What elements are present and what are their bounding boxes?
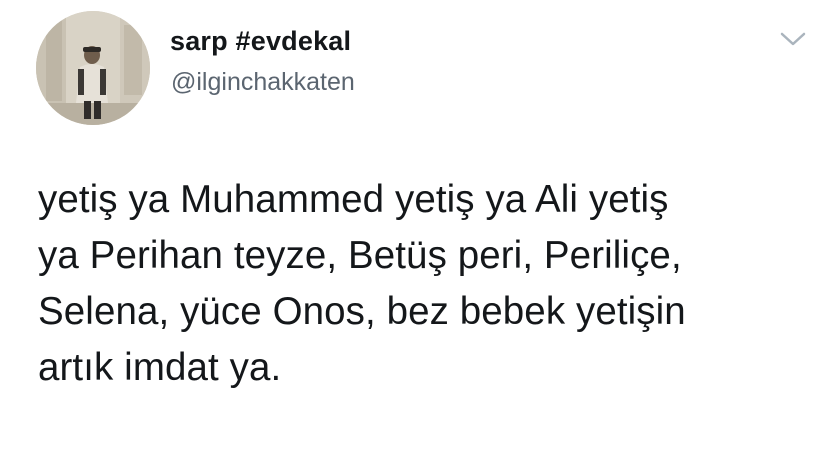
tweet-text-line: artık imdat ya. xyxy=(38,346,282,389)
profile-photo-icon[interactable] xyxy=(36,11,150,125)
tweet-text: yetiş ya Muhammed yetiş ya Ali yetiş ya … xyxy=(38,172,818,396)
author-display-name[interactable]: sarp #evdekal xyxy=(170,26,351,57)
tweet-card: sarp #evdekal @ilginchakkaten yetiş ya M… xyxy=(0,0,828,451)
author-handle[interactable]: @ilginchakkaten xyxy=(171,68,355,97)
tweet-text-line: yetiş ya Muhammed yetiş ya Ali yetiş xyxy=(38,178,669,221)
avatar-image xyxy=(36,11,150,125)
tweet-text-line: Selena, yüce Onos, bez bebek yetişin xyxy=(38,290,686,333)
chevron-down-icon[interactable] xyxy=(778,28,808,50)
tweet-text-line: ya Perihan teyze, Betüş peri, Periliçe, xyxy=(38,234,682,277)
